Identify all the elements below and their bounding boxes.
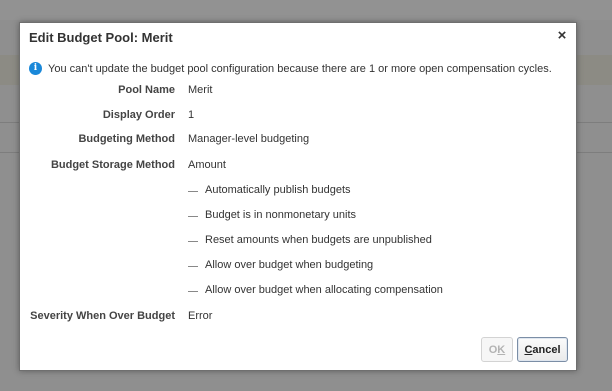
checkbox-label: Reset amounts when budgets are unpublish… (205, 234, 432, 246)
cancel-button[interactable]: Cancel (517, 337, 568, 362)
info-message: You can't update the budget pool configu… (48, 62, 552, 75)
checkbox-reset-amounts: Reset amounts when budgets are unpublish… (188, 234, 432, 246)
checkbox-auto-publish: Automatically publish budgets (188, 184, 351, 196)
unchecked-dash-icon (188, 191, 198, 192)
pool-name-label: Pool Name (118, 84, 175, 96)
checkbox-label: Allow over budget when allocating compen… (205, 284, 443, 296)
dialog-title: Edit Budget Pool: Merit (29, 30, 173, 45)
budget-storage-method-value: Amount (188, 159, 226, 171)
checkbox-label: Allow over budget when budgeting (205, 259, 374, 271)
checkbox-label: Automatically publish budgets (205, 184, 351, 196)
close-icon[interactable]: × (555, 28, 569, 43)
cancel-mnemonic: C (524, 343, 533, 356)
checkbox-allow-over-budgeting: Allow over budget when budgeting (188, 259, 373, 271)
edit-budget-pool-dialog: Edit Budget Pool: Merit × i You can't up… (19, 22, 577, 371)
info-message-row: i You can't update the budget pool confi… (29, 62, 552, 75)
severity-label: Severity When Over Budget (30, 310, 175, 322)
budget-storage-method-label: Budget Storage Method (50, 159, 175, 171)
display-order-value: 1 (188, 109, 195, 121)
budgeting-method-value: Manager-level budgeting (188, 133, 310, 145)
pool-name-value: Merit (188, 84, 213, 96)
unchecked-dash-icon (188, 216, 198, 217)
ok-mnemonic: K (497, 343, 506, 356)
checkbox-nonmonetary-units: Budget is in nonmonetary units (188, 209, 356, 221)
unchecked-dash-icon (188, 266, 198, 267)
info-icon: i (29, 62, 42, 75)
cancel-label-rest: ancel (532, 343, 561, 356)
ok-button[interactable]: OK (481, 337, 513, 362)
display-order-label: Display Order (102, 109, 175, 121)
background-page-header (0, 0, 612, 20)
unchecked-dash-icon (188, 241, 198, 242)
ok-label-first: O (488, 343, 498, 356)
unchecked-dash-icon (188, 291, 198, 292)
severity-value: Error (188, 310, 213, 322)
checkbox-label: Budget is in nonmonetary units (205, 209, 357, 221)
checkbox-allow-over-allocating: Allow over budget when allocating compen… (188, 284, 443, 296)
budgeting-method-label: Budgeting Method (78, 133, 175, 145)
